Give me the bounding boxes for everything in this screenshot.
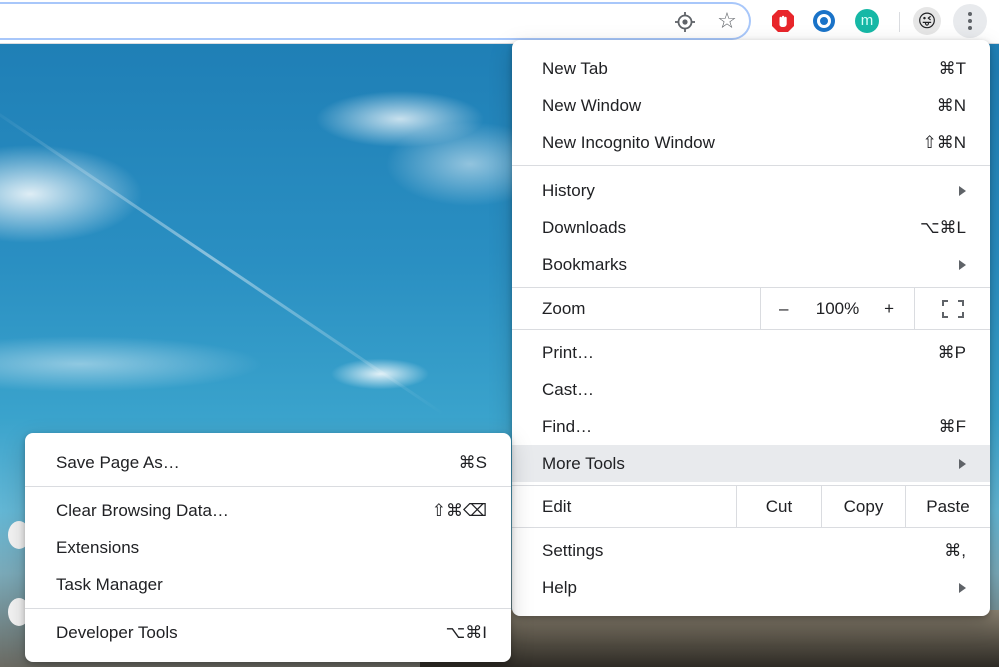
submenu-arrow-icon <box>959 582 966 593</box>
menu-item-save-page-as[interactable]: Save Page As… ⌘S <box>25 444 511 481</box>
menu-item-shortcut: ⇧⌘⌫ <box>431 500 487 520</box>
zoom-level-value: 100% <box>815 298 860 318</box>
circle-extension-icon[interactable] <box>812 9 836 33</box>
menu-item-label: History <box>542 180 595 200</box>
edit-label: Edit <box>542 496 572 516</box>
menu-item-developer-tools[interactable]: Developer Tools ⌥⌘I <box>25 614 511 651</box>
menu-separator <box>512 329 990 330</box>
profile-avatar[interactable]: 😜 <box>913 7 941 35</box>
menu-item-settings[interactable]: Settings ⌘, <box>512 532 990 569</box>
menu-item-shortcut: ⌘T <box>938 58 966 78</box>
menu-item-label: Clear Browsing Data… <box>56 500 229 520</box>
location-target-icon[interactable] <box>672 9 698 35</box>
menu-separator <box>512 165 990 166</box>
menu-item-label: More Tools <box>542 453 625 473</box>
cut-button[interactable]: Cut <box>736 486 821 527</box>
menu-item-find[interactable]: Find… ⌘F <box>512 408 990 445</box>
menu-item-label: Save Page As… <box>56 452 180 472</box>
menu-item-label: New Tab <box>542 58 608 78</box>
copy-button[interactable]: Copy <box>821 486 905 527</box>
fullscreen-button[interactable] <box>914 288 990 329</box>
edit-row: Edit Cut Copy Paste <box>512 486 990 527</box>
menu-item-new-tab[interactable]: New Tab ⌘T <box>512 50 990 87</box>
menu-item-label: Task Manager <box>56 574 163 594</box>
more-tools-submenu: Save Page As… ⌘S Clear Browsing Data… ⇧⌘… <box>25 433 511 662</box>
chrome-main-menu: New Tab ⌘T New Window ⌘N New Incognito W… <box>512 40 990 616</box>
zoom-row: Zoom – 100% + <box>512 288 990 329</box>
menu-item-clear-browsing-data[interactable]: Clear Browsing Data… ⇧⌘⌫ <box>25 492 511 529</box>
submenu-arrow-icon <box>959 458 966 469</box>
toolbar-divider <box>899 12 900 32</box>
menu-item-label: Settings <box>542 540 604 560</box>
zoom-out-button[interactable]: – <box>779 299 788 319</box>
menu-item-downloads[interactable]: Downloads ⌥⌘L <box>512 209 990 246</box>
menu-item-label: Extensions <box>56 537 140 557</box>
submenu-arrow-icon <box>959 185 966 196</box>
browser-toolbar: ☆ m 😜 <box>0 0 999 44</box>
bookmark-star-icon[interactable]: ☆ <box>714 8 740 34</box>
menu-item-cast[interactable]: Cast… <box>512 371 990 408</box>
stop-hand-extension-icon[interactable] <box>771 9 795 33</box>
menu-item-label: Print… <box>542 342 594 362</box>
menu-item-extensions[interactable]: Extensions <box>25 529 511 566</box>
menu-item-new-window[interactable]: New Window ⌘N <box>512 87 990 124</box>
submenu-arrow-icon <box>959 259 966 270</box>
menu-separator <box>25 608 511 609</box>
menu-item-shortcut: ⌘P <box>937 342 966 362</box>
menu-item-bookmarks[interactable]: Bookmarks <box>512 246 990 283</box>
menu-item-label: Cast… <box>542 379 594 399</box>
menu-item-task-manager[interactable]: Task Manager <box>25 566 511 603</box>
menu-item-shortcut: ⌥⌘I <box>445 622 487 642</box>
fullscreen-icon <box>941 299 964 318</box>
menu-item-print[interactable]: Print… ⌘P <box>512 334 990 371</box>
address-bar[interactable] <box>0 2 751 40</box>
menu-item-shortcut: ⌘N <box>936 95 966 115</box>
menu-item-label: Find… <box>542 416 593 436</box>
menu-item-shortcut: ⌘, <box>944 540 966 560</box>
menu-item-shortcut: ⌘F <box>938 416 966 436</box>
menu-item-shortcut: ⌥⌘L <box>919 217 966 237</box>
paste-button[interactable]: Paste <box>905 486 990 527</box>
menu-item-label: Developer Tools <box>56 622 178 642</box>
zoom-in-button[interactable]: + <box>884 299 894 319</box>
zoom-label: Zoom <box>542 298 586 318</box>
menu-item-label: New Window <box>542 95 642 115</box>
menu-item-more-tools[interactable]: More Tools <box>512 445 990 482</box>
menu-item-shortcut: ⇧⌘N <box>922 132 966 152</box>
zoom-controls: – 100% + <box>760 288 914 329</box>
menu-item-label: Help <box>542 577 577 597</box>
menu-separator <box>25 486 511 487</box>
menu-item-shortcut: ⌘S <box>458 452 487 472</box>
menu-item-label: Downloads <box>542 217 627 237</box>
menu-item-help[interactable]: Help <box>512 569 990 606</box>
m-extension-icon[interactable]: m <box>855 9 879 33</box>
menu-separator <box>512 527 990 528</box>
menu-item-label: Bookmarks <box>542 254 628 274</box>
menu-item-history[interactable]: History <box>512 172 990 209</box>
menu-item-new-incognito-window[interactable]: New Incognito Window ⇧⌘N <box>512 124 990 161</box>
kebab-menu-icon[interactable] <box>953 4 987 38</box>
menu-item-label: New Incognito Window <box>542 132 715 152</box>
